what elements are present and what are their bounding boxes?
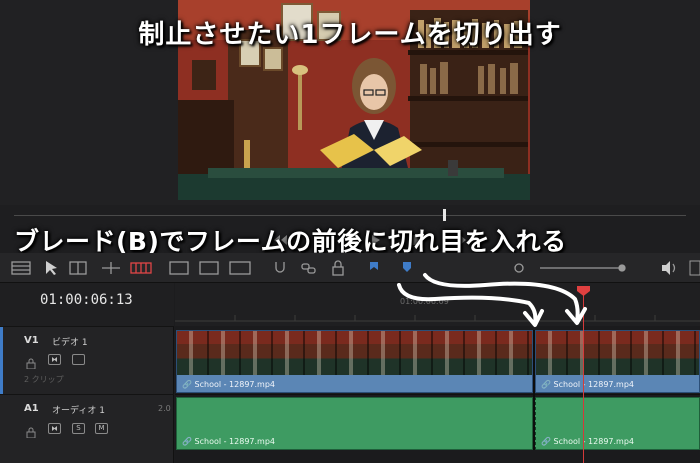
lock-icon	[332, 260, 344, 276]
track-id-v1: V1	[24, 335, 39, 346]
caption-top: 制止させたい1フレームを切り出す	[138, 20, 562, 50]
solo-button[interactable]: S	[72, 423, 85, 434]
scrub-handle[interactable]	[443, 209, 446, 221]
toolbar-icons	[11, 260, 700, 276]
scrub-track[interactable]	[14, 215, 686, 216]
clip-label: 🔗 School - 12897.mp4	[541, 380, 634, 389]
panel-toggle-icon	[689, 260, 700, 276]
blade-icon	[130, 262, 152, 274]
link-icon: 🔗	[541, 437, 551, 446]
track-header-audio[interactable]: A1 オーディオ 1 2.0 S M	[0, 394, 174, 463]
audio-level: 2.0	[158, 404, 171, 413]
clip-label: 🔗 School - 12897.mp4	[182, 380, 275, 389]
link-icon: 🔗	[182, 437, 192, 446]
volume-icon	[662, 261, 676, 275]
layout-icon	[11, 261, 31, 275]
transport-bar: ブレード(B)でフレームの前後に切れ目を入れる	[0, 227, 700, 256]
track-active-indicator	[0, 327, 3, 394]
flag-icon	[370, 262, 378, 270]
pointer-icon	[46, 261, 57, 275]
viewer-panel: 制止させたい1フレームを切り出す	[0, 0, 700, 205]
audio-clip[interactable]: 🔗 School - 12897.mp4	[535, 397, 700, 450]
auto-track-select-icon[interactable]	[48, 423, 61, 434]
replace-clip-icon	[229, 261, 251, 275]
insert-clip-icon	[169, 261, 189, 275]
video-clip[interactable]: 🔗 School - 12897.mp4	[535, 330, 700, 393]
audio-clip[interactable]: 🔗 School - 12897.mp4	[176, 397, 533, 450]
track-name-video[interactable]: ビデオ 1	[52, 335, 88, 348]
link-chain-icon	[301, 263, 316, 274]
clip-thumbnails	[536, 331, 699, 375]
track-divider	[175, 394, 700, 395]
mute-button[interactable]: M	[95, 423, 108, 434]
link-icon: 🔗	[541, 380, 551, 389]
trim-icon	[69, 261, 87, 275]
overwrite-clip-icon	[199, 261, 219, 275]
cut-point	[533, 330, 535, 450]
track-visibility-icon[interactable]	[72, 354, 85, 365]
track-id-a1: A1	[24, 403, 39, 414]
timeline-timecode[interactable]: 01:00:06:13	[40, 292, 133, 308]
video-clip[interactable]: 🔗 School - 12897.mp4	[176, 330, 533, 393]
lock-icon[interactable]	[26, 423, 36, 442]
clip-label: 🔗 School - 12897.mp4	[182, 437, 275, 446]
lock-icon[interactable]	[26, 354, 36, 373]
track-name-audio[interactable]: オーディオ 1	[52, 403, 105, 416]
link-icon: 🔗	[182, 380, 192, 389]
snap-magnet-icon	[275, 262, 285, 273]
clip-thumbnails	[177, 331, 532, 375]
track-headers: V1 ビデオ 1 2 クリップ A1 オーディオ 1 2.0 S M	[0, 283, 174, 463]
dynamic-trim-icon	[102, 262, 120, 274]
edit-toolbar	[0, 253, 700, 283]
track-clip-count: 2 クリップ	[24, 375, 64, 384]
track-header-video[interactable]: V1 ビデオ 1 2 クリップ	[0, 326, 174, 394]
annotation-arrows	[397, 273, 587, 327]
clip-label: 🔗 School - 12897.mp4	[541, 437, 634, 446]
auto-track-select-icon[interactable]	[48, 354, 61, 365]
